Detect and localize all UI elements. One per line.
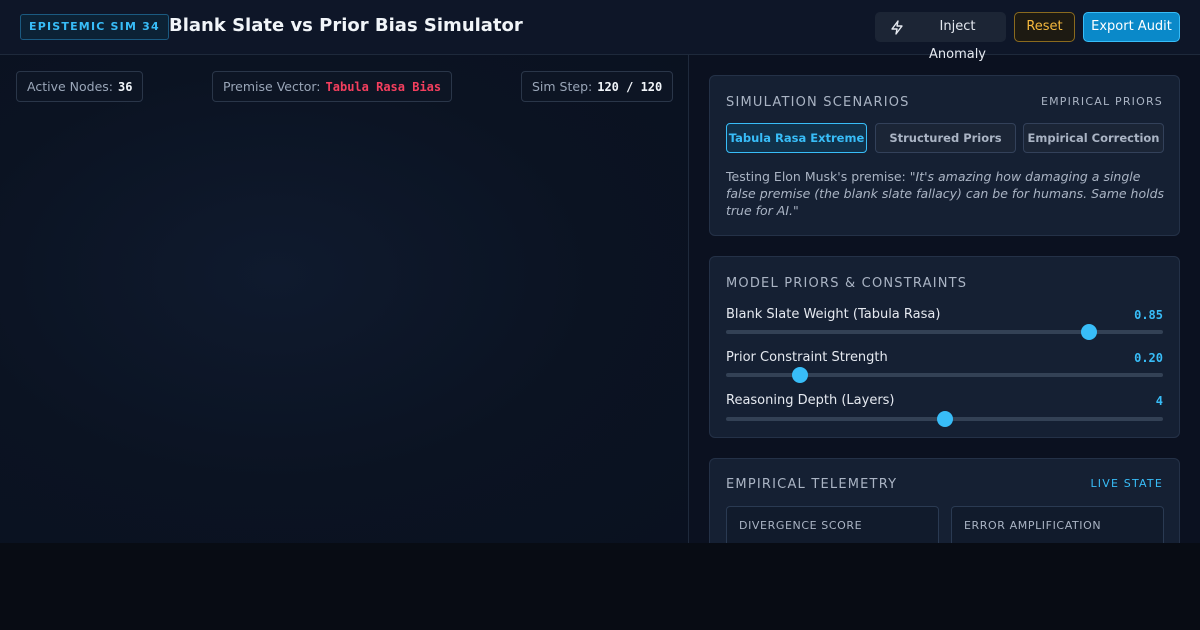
prior-constraint-slider[interactable] (726, 367, 1163, 383)
prior-constraint-value: 0.20 (1134, 351, 1163, 365)
priors-title: MODEL PRIORS & CONSTRAINTS (726, 276, 968, 291)
divergence-score-label: DIVERGENCE SCORE (739, 519, 863, 532)
error-amplification-label: ERROR AMPLIFICATION (964, 519, 1102, 532)
export-audit-button[interactable]: Export Audit (1083, 12, 1180, 42)
panel-divider (688, 55, 689, 543)
lightning-icon (891, 20, 903, 35)
live-state-tag: LIVE STATE (1090, 477, 1163, 490)
blank-slate-weight-label: Blank Slate Weight (Tabula Rasa) (726, 307, 941, 322)
inject-anomaly-button[interactable]: Inject Anomaly (875, 12, 1006, 62)
bottom-background (0, 543, 1200, 630)
scenarios-card: SIMULATION SCENARIOS EMPIRICAL PRIORS Ta… (709, 75, 1180, 236)
sim-step-label: Sim Step: (532, 79, 593, 94)
reasoning-depth-value: 4 (1155, 394, 1163, 408)
sim-step-readout: Sim Step: 120 / 120 (521, 71, 674, 102)
scenario-empirical-correction-button[interactable]: Empirical Correction (1023, 123, 1164, 153)
top-bar: EPISTEMIC SIM 34 Blank Slate vs Prior Bi… (0, 0, 1200, 62)
sim-step-value: 120 / 120 (597, 80, 663, 94)
error-amplification-metric: ERROR AMPLIFICATION (951, 506, 1164, 543)
reset-button[interactable]: Reset (1014, 12, 1075, 42)
active-nodes-readout: Active Nodes: 36 (16, 71, 144, 102)
reasoning-depth-slider[interactable] (726, 411, 1163, 427)
scenarios-title: SIMULATION SCENARIOS (726, 95, 910, 110)
priors-card: MODEL PRIORS & CONSTRAINTS Blank Slate W… (709, 256, 1180, 438)
active-nodes-label: Active Nodes: (27, 79, 113, 94)
simulation-canvas[interactable]: Active Nodes: 36 Premise Vector: Tabula Ra… (0, 55, 688, 543)
telemetry-title: EMPIRICAL TELEMETRY (726, 477, 898, 492)
premise-quote: Testing Elon Musk's premise: "It's amazi… (726, 168, 1166, 219)
blank-slate-weight-slider[interactable] (726, 324, 1163, 340)
page-title: Blank Slate vs Prior Bias Simulator (169, 15, 523, 36)
prior-constraint-label: Prior Constraint Strength (726, 350, 888, 365)
reasoning-depth-label: Reasoning Depth (Layers) (726, 393, 895, 408)
inject-anomaly-label: Inject Anomaly (928, 19, 987, 62)
premise-vector-value: Tabula Rasa Bias (325, 80, 442, 94)
premise-vector-readout: Premise Vector: Tabula Rasa Bias (212, 71, 453, 102)
blank-slate-weight-thumb[interactable] (1080, 324, 1097, 340)
telemetry-card: EMPIRICAL TELEMETRY LIVE STATE DIVERGENC… (709, 458, 1180, 543)
quote-suffix: " (793, 203, 799, 218)
scenarios-tag: EMPIRICAL PRIORS (1040, 95, 1163, 108)
divergence-score-metric: DIVERGENCE SCORE (726, 506, 939, 543)
scenario-tabula-rasa-button[interactable]: Tabula Rasa Extreme (726, 123, 867, 153)
sim-badge: EPISTEMIC SIM 34 (20, 14, 169, 40)
premise-vector-label: Premise Vector: (223, 79, 321, 94)
blank-slate-weight-value: 0.85 (1134, 308, 1163, 322)
reasoning-depth-thumb[interactable] (936, 411, 953, 427)
app-window: EPISTEMIC SIM 34 Blank Slate vs Prior Bi… (0, 0, 1200, 543)
prior-constraint-thumb[interactable] (792, 367, 809, 383)
quote-prefix: Testing Elon Musk's premise: " (726, 169, 916, 184)
active-nodes-value: 36 (118, 80, 133, 94)
scenario-structured-priors-button[interactable]: Structured Priors (875, 123, 1016, 153)
